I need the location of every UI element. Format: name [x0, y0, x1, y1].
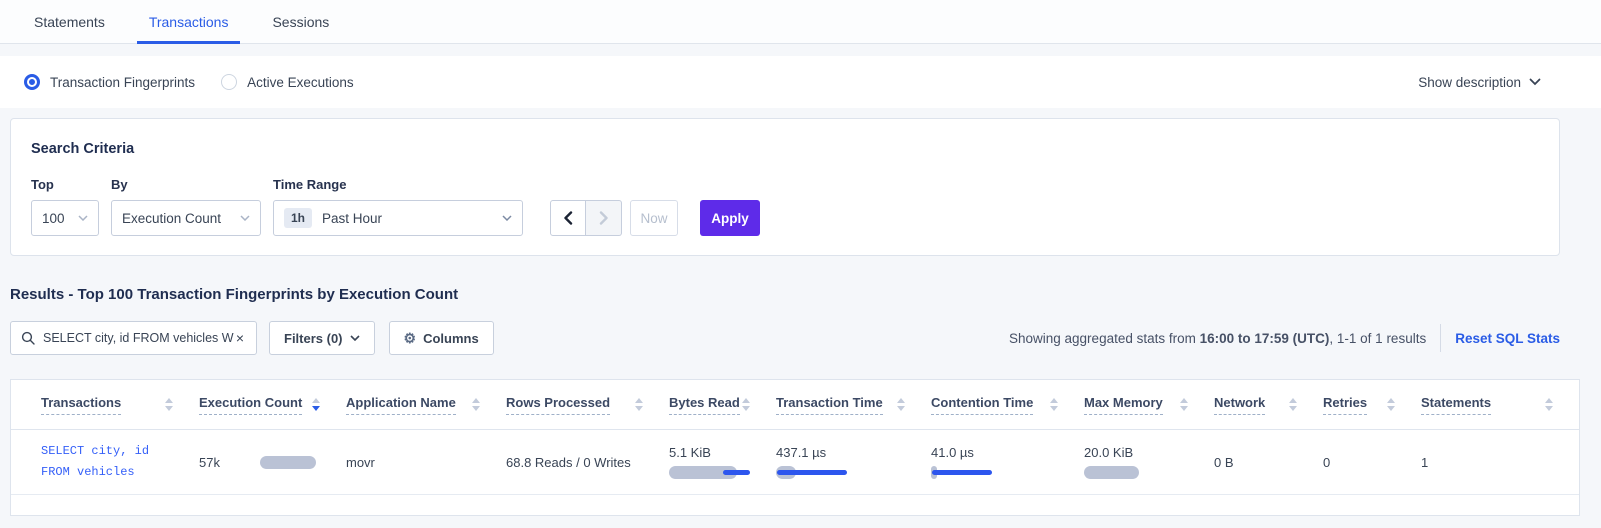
header-bytes-read[interactable]: Bytes Read [669, 380, 776, 429]
divider [1440, 324, 1441, 352]
by-label: By [111, 177, 261, 192]
radio-label: Active Executions [247, 75, 354, 90]
chevron-down-icon [502, 215, 512, 221]
sort-icon[interactable] [742, 398, 750, 411]
search-criteria-card: Search Criteria Top 100 By Execution Cou… [10, 118, 1560, 256]
sort-icon-active-desc[interactable] [312, 398, 320, 411]
chevron-down-icon [78, 215, 88, 221]
sort-icon[interactable] [1545, 398, 1553, 411]
chevron-down-icon [350, 335, 360, 341]
sort-icon[interactable] [897, 398, 905, 411]
cell-max-memory: 20.0 KiB [1084, 430, 1214, 494]
header-statements[interactable]: Statements [1421, 380, 1579, 429]
top-value: 100 [42, 211, 78, 226]
max-memory-bar [1084, 466, 1174, 479]
filters-button[interactable]: Filters (0) [269, 321, 375, 355]
transaction-time-bar [776, 466, 866, 479]
search-box: × [10, 321, 257, 355]
reset-sql-stats-link[interactable]: Reset SQL Stats [1455, 331, 1560, 346]
search-icon [21, 331, 35, 345]
cell-retries: 0 [1323, 430, 1421, 494]
filters-label: Filters (0) [284, 331, 343, 346]
cell-bytes-read: 5.1 KiB [669, 430, 776, 494]
tab-statements[interactable]: Statements [22, 0, 117, 43]
previous-time-range-button[interactable] [550, 200, 586, 236]
columns-button[interactable]: ⚙ Columns [389, 321, 494, 355]
next-time-range-button[interactable] [586, 200, 622, 236]
radio-active-executions[interactable]: Active Executions [221, 74, 354, 90]
radio-selected-icon [24, 74, 40, 90]
by-select[interactable]: Execution Count [111, 200, 261, 236]
search-criteria-title: Search Criteria [31, 141, 1539, 157]
sort-icon[interactable] [635, 398, 643, 411]
clear-search-icon[interactable]: × [234, 330, 246, 346]
radio-unselected-icon [221, 74, 237, 90]
tab-transactions[interactable]: Transactions [137, 0, 241, 43]
gear-icon: ⚙ [404, 331, 417, 345]
time-range-label: Time Range [273, 177, 526, 192]
time-range-badge: 1h [284, 208, 312, 228]
time-range-value: Past Hour [322, 211, 502, 226]
transactions-table: Transactions Execution Count Application… [10, 379, 1580, 516]
top-field: Top 100 [31, 177, 99, 236]
show-description-label: Show description [1418, 75, 1521, 90]
sort-icon[interactable] [1387, 398, 1395, 411]
transaction-fingerprint-link[interactable]: SELECT city, idFROM vehicles [11, 430, 199, 494]
apply-button[interactable]: Apply [700, 200, 760, 236]
tab-sessions[interactable]: Sessions [260, 0, 341, 43]
time-range-pager [550, 200, 622, 236]
radio-transaction-fingerprints[interactable]: Transaction Fingerprints [24, 74, 195, 90]
header-contention-time[interactable]: Contention Time [931, 380, 1084, 429]
chevron-down-icon [1529, 78, 1541, 86]
header-execution-count[interactable]: Execution Count [199, 380, 346, 429]
show-description-toggle[interactable]: Show description [1418, 75, 1541, 90]
header-max-memory[interactable]: Max Memory [1084, 380, 1214, 429]
stats-area: Showing aggregated stats from 16:00 to 1… [1009, 324, 1560, 352]
header-transactions[interactable]: Transactions [11, 380, 199, 429]
header-rows-processed[interactable]: Rows Processed [506, 380, 669, 429]
header-transaction-time[interactable]: Transaction Time [776, 380, 931, 429]
sort-icon[interactable] [1180, 398, 1188, 411]
table-header-row: Transactions Execution Count Application… [11, 380, 1579, 430]
now-button[interactable]: Now [630, 200, 678, 236]
results-heading: Results - Top 100 Transaction Fingerprin… [10, 286, 1601, 303]
sort-icon[interactable] [472, 398, 480, 411]
chevron-right-icon [599, 211, 609, 225]
cell-rows-processed: 68.8 Reads / 0 Writes [506, 430, 669, 494]
time-range-select[interactable]: 1h Past Hour [273, 200, 523, 236]
header-retries[interactable]: Retries [1323, 380, 1421, 429]
cell-contention-time: 41.0 µs [931, 430, 1084, 494]
radio-label: Transaction Fingerprints [50, 75, 195, 90]
sort-icon[interactable] [1050, 398, 1058, 411]
cell-application-name: movr [346, 430, 506, 494]
cell-transaction-time: 437.1 µs [776, 430, 931, 494]
header-application-name[interactable]: Application Name [346, 380, 506, 429]
results-controls: × Filters (0) ⚙ Columns Showing aggregat… [10, 321, 1560, 355]
by-value: Execution Count [122, 211, 240, 226]
execution-count-bar [260, 456, 350, 469]
header-network[interactable]: Network [1214, 380, 1323, 429]
cell-execution-count: 57k [199, 430, 346, 494]
time-range-field: Time Range 1h Past Hour [273, 177, 526, 236]
view-toggle-strip: Transaction Fingerprints Active Executio… [0, 56, 1601, 108]
page-tabs: Statements Transactions Sessions [0, 0, 1601, 44]
sort-icon[interactable] [165, 398, 173, 411]
cell-statements: 1 [1421, 430, 1579, 494]
chevron-left-icon [563, 211, 573, 225]
top-label: Top [31, 177, 99, 192]
chevron-down-icon [240, 215, 250, 221]
search-input[interactable] [43, 331, 234, 345]
by-field: By Execution Count [111, 177, 261, 236]
columns-label: Columns [423, 331, 479, 346]
top-select[interactable]: 100 [31, 200, 99, 236]
cell-network: 0 B [1214, 430, 1323, 494]
stats-text: Showing aggregated stats from 16:00 to 1… [1009, 331, 1426, 346]
table-row: SELECT city, idFROM vehicles 57k movr 68… [11, 430, 1579, 495]
contention-time-bar [931, 466, 1021, 479]
bytes-read-bar [669, 466, 759, 479]
sort-icon[interactable] [1289, 398, 1297, 411]
